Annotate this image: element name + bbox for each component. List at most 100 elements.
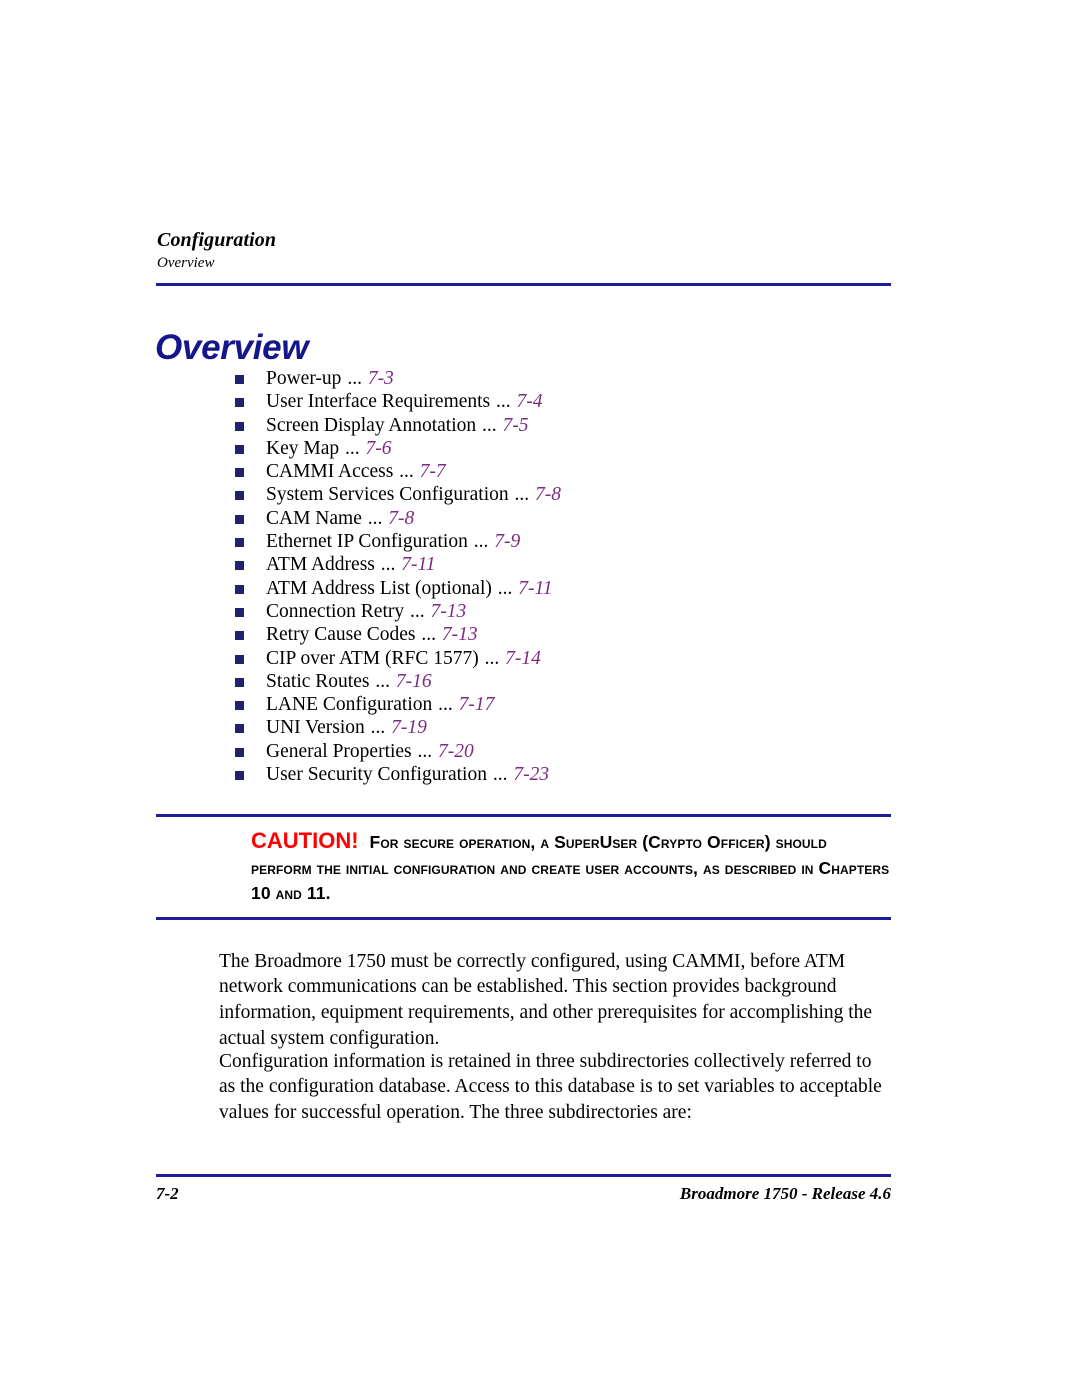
body-paragraph-2: Configuration information is retained in… <box>219 1050 882 1124</box>
list-item[interactable]: Screen Display Annotation ... 7-5 <box>235 414 895 437</box>
footer-divider-rule <box>156 1174 891 1177</box>
list-item-label: System Services Configuration <box>266 484 509 506</box>
list-item-page-ref[interactable]: 7-11 <box>401 554 435 575</box>
list-item-page-ref[interactable]: 7-8 <box>388 508 414 529</box>
list-item-page-ref[interactable]: 7-20 <box>438 741 474 762</box>
list-item-label: ATM Address List (optional) <box>266 577 492 599</box>
list-item-page-ref[interactable]: 7-16 <box>396 671 432 692</box>
list-item-leader: ... <box>421 624 436 646</box>
caution-body: CAUTION! For secure operation, a SuperUse… <box>251 817 891 917</box>
list-item[interactable]: Static Routes ... 7-16 <box>235 670 895 693</box>
square-bullet-icon <box>235 375 244 384</box>
list-item-leader: ... <box>482 414 497 436</box>
running-header: Configuration Overview <box>157 228 892 273</box>
list-item-label: Connection Retry <box>266 600 405 622</box>
list-item-label: CAMMI Access <box>266 461 394 483</box>
list-item-leader: ... <box>438 694 453 716</box>
running-header-chapter: Configuration <box>157 229 277 251</box>
square-bullet-icon <box>235 468 244 478</box>
square-bullet-icon <box>235 607 244 617</box>
page-footer: 7-2 Broadmore 1750 - Release 4.6 <box>156 1183 891 1205</box>
square-bullet-icon <box>235 677 244 687</box>
square-bullet-icon <box>235 491 244 501</box>
square-bullet-icon <box>235 421 244 431</box>
list-item[interactable]: Power-up ... 7-3 <box>235 367 895 390</box>
list-item[interactable]: User Security Configuration ... 7-23 <box>235 763 895 786</box>
list-item-page-ref[interactable]: 7-23 <box>513 764 549 785</box>
square-bullet-icon <box>235 561 244 571</box>
list-item[interactable]: ATM Address ... 7-11 <box>235 553 895 576</box>
list-item-label: Power-up <box>266 368 342 389</box>
list-item-label: ATM Address <box>266 554 375 576</box>
list-item-leader: ... <box>484 647 500 669</box>
list-item-leader: ... <box>496 391 511 413</box>
footer-page-number: 7-2 <box>156 1184 179 1203</box>
list-item-leader: ... <box>497 577 513 599</box>
list-item-page-ref[interactable]: 7-5 <box>503 415 529 436</box>
list-item[interactable]: Connection Retry ... 7-13 <box>235 600 895 623</box>
list-item[interactable]: CAM Name ... 7-8 <box>235 507 895 530</box>
square-bullet-icon <box>235 701 244 711</box>
list-item-label: Ethernet IP Configuration <box>266 531 468 553</box>
square-bullet-icon <box>235 771 244 781</box>
list-item-label: User Security Configuration <box>266 764 487 786</box>
list-item-page-ref[interactable]: 7-19 <box>391 717 427 738</box>
caution-admonition: CAUTION! For secure operation, a SuperUse… <box>156 814 891 920</box>
list-item-page-ref[interactable]: 7-4 <box>517 391 543 412</box>
overview-topic-list: Power-up ... 7-3 User Interface Requirem… <box>235 367 895 786</box>
list-item-page-ref[interactable]: 7-8 <box>535 484 561 505</box>
list-item-leader: ... <box>375 670 390 692</box>
list-item-leader: ... <box>514 484 530 506</box>
caution-keyword: CAUTION! <box>251 828 359 853</box>
square-bullet-icon <box>235 631 244 641</box>
list-item[interactable]: UNI Version ... 7-19 <box>235 716 895 739</box>
list-item-page-ref[interactable]: 7-11 <box>518 578 552 599</box>
list-item[interactable]: CAMMI Access ... 7-7 <box>235 460 895 483</box>
list-item-leader: ... <box>399 461 414 483</box>
document-page: Configuration Overview Overview Power-up… <box>0 0 1080 1397</box>
list-item[interactable]: CIP over ATM (RFC 1577) ... 7-14 <box>235 647 895 670</box>
caution-bottom-rule <box>156 916 891 920</box>
list-item-page-ref[interactable]: 7-14 <box>505 648 541 669</box>
list-item-page-ref[interactable]: 7-13 <box>442 624 478 645</box>
list-item-leader: ... <box>344 437 360 459</box>
list-item-page-ref[interactable]: 7-17 <box>459 694 495 715</box>
list-item[interactable]: Ethernet IP Configuration ... 7-9 <box>235 530 895 553</box>
list-item-page-ref[interactable]: 7-6 <box>365 438 391 459</box>
list-item[interactable]: System Services Configuration ... 7-8 <box>235 483 895 506</box>
list-item-leader: ... <box>370 717 386 739</box>
list-item[interactable]: ATM Address List (optional) ... 7-11 <box>235 577 895 600</box>
page-title: Overview <box>155 328 309 368</box>
list-item-page-ref[interactable]: 7-7 <box>420 461 446 482</box>
running-header-section: Overview <box>157 255 215 271</box>
list-item[interactable]: General Properties ... 7-20 <box>235 740 895 763</box>
square-bullet-icon <box>235 724 244 734</box>
square-bullet-icon <box>235 398 244 408</box>
list-item-page-ref[interactable]: 7-3 <box>368 368 394 389</box>
list-item-leader: ... <box>417 740 433 762</box>
list-item[interactable]: Retry Cause Codes ... 7-13 <box>235 623 895 646</box>
list-item-page-ref[interactable]: 7-13 <box>430 601 466 622</box>
list-item-leader: ... <box>367 507 383 529</box>
list-item-label: General Properties <box>266 740 412 762</box>
list-item-label: CAM Name <box>266 507 362 529</box>
list-item-leader: ... <box>409 600 425 622</box>
list-item-label: Static Routes <box>266 670 370 692</box>
list-item-label: Retry Cause Codes <box>266 624 416 646</box>
list-item-label: UNI Version <box>266 717 365 739</box>
square-bullet-icon <box>235 584 244 594</box>
list-item-label: Screen Display Annotation <box>266 414 477 436</box>
body-paragraph-1: The Broadmore 1750 must be correctly con… <box>219 950 873 1049</box>
footer-document-title: Broadmore 1750 - Release 4.6 <box>679 1184 891 1203</box>
list-item-leader: ... <box>473 531 489 553</box>
list-item[interactable]: Key Map ... 7-6 <box>235 437 895 460</box>
square-bullet-icon <box>235 538 244 548</box>
list-item[interactable]: LANE Configuration ... 7-17 <box>235 693 895 716</box>
list-item-label: LANE Configuration <box>266 694 433 716</box>
list-item-label: CIP over ATM (RFC 1577) <box>266 647 479 669</box>
list-item-page-ref[interactable]: 7-9 <box>494 531 520 552</box>
caution-message: CAUTION! For secure operation, a SuperUse… <box>251 828 891 907</box>
list-item[interactable]: User Interface Requirements ... 7-4 <box>235 390 895 413</box>
list-item-label: Key Map <box>266 437 340 459</box>
list-item-leader: ... <box>380 554 396 576</box>
